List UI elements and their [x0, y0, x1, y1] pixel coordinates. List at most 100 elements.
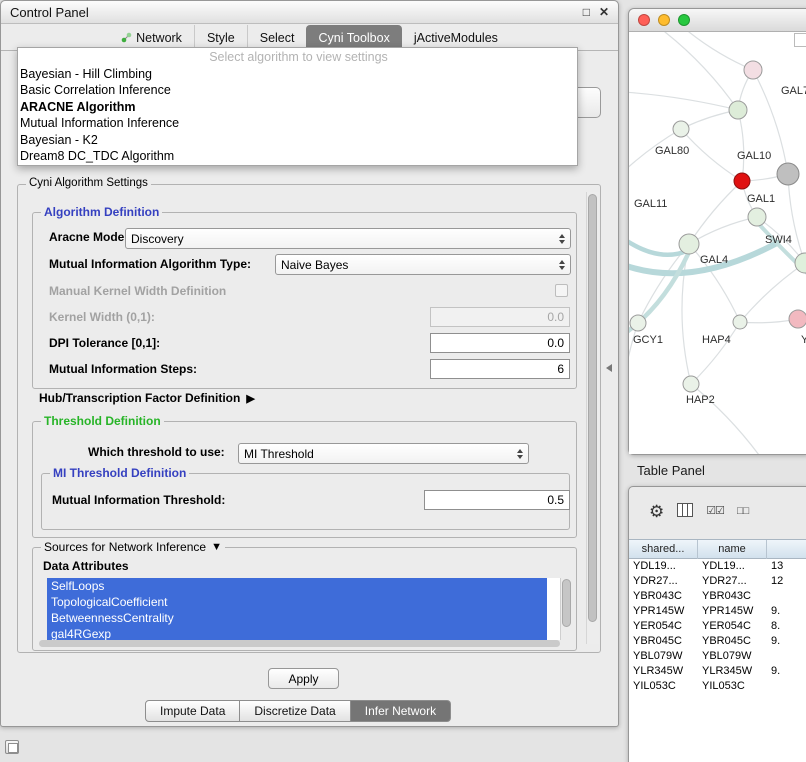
- column-header-col2[interactable]: [767, 540, 806, 560]
- column-header-name[interactable]: name: [698, 540, 767, 560]
- network-canvas[interactable]: GAL7GAL80GAL10GAL11GAL1SWI4GAL4GCY1HAP4Y…: [629, 32, 806, 454]
- table-row[interactable]: YBR043CYBR043C: [629, 589, 806, 604]
- control-panel-titlebar[interactable]: Control Panel □ ✕: [1, 1, 618, 24]
- data-attributes-label: Data Attributes: [43, 556, 129, 576]
- popup-item-bayesian-k2[interactable]: Bayesian - K2: [18, 132, 577, 149]
- table-panel-window: ⚙ ☑☑ □□ shared...name YDL19...YDL19...13…: [628, 486, 806, 762]
- minimized-panel-icon[interactable]: [5, 740, 19, 754]
- table-row[interactable]: YDL19...YDL19...13: [629, 559, 806, 574]
- attribute-gal4rgexp[interactable]: gal4RGexp: [47, 626, 547, 640]
- mi-threshold-title: MI Threshold Definition: [50, 466, 189, 480]
- hub-transcription-factor-section[interactable]: Hub/Transcription Factor Definition ▶: [39, 391, 255, 405]
- network-edge[interactable]: [689, 181, 742, 244]
- mi-algorithm-type-select[interactable]: Naive Bayes: [275, 254, 571, 275]
- table-cell: YLR345W: [629, 664, 698, 679]
- network-window-titlebar[interactable]: [629, 9, 806, 32]
- attributes-list-scrollbar[interactable]: [560, 578, 573, 640]
- network-edge[interactable]: [629, 92, 738, 110]
- node-label: GAL7: [781, 85, 806, 97]
- mi-steps-input[interactable]: 6: [430, 359, 570, 379]
- node-label: GAL80: [655, 145, 689, 157]
- network-node[interactable]: [795, 253, 806, 273]
- column-header-shared[interactable]: shared...: [629, 540, 698, 560]
- sources-section[interactable]: Sources for Network Inference ▼: [41, 540, 225, 554]
- dpi-tolerance-label: DPI Tolerance [0,1]:: [49, 333, 160, 353]
- apply-button[interactable]: Apply: [268, 668, 339, 689]
- expanded-arrow-icon: ▼: [211, 541, 222, 553]
- popup-item-dream8-dc-tdc-algorithm[interactable]: Dream8 DC_TDC Algorithm: [18, 148, 577, 165]
- columns-icon[interactable]: [677, 503, 693, 520]
- dpi-tolerance-input[interactable]: 0.0: [430, 333, 570, 353]
- network-node[interactable]: [734, 173, 750, 189]
- collapsed-arrow-icon: ▶: [246, 392, 254, 405]
- aracne-mode-select[interactable]: Discovery: [125, 228, 571, 249]
- horizontal-scrollbar[interactable]: [39, 640, 560, 647]
- network-edge[interactable]: [788, 174, 805, 263]
- aracne-mode-value: Discovery: [131, 232, 555, 246]
- panel-divider-handle[interactable]: [606, 364, 612, 372]
- network-edge[interactable]: [681, 129, 742, 181]
- table-row[interactable]: YLR345WYLR345W9.: [629, 664, 806, 679]
- manual-kernel-width-checkbox[interactable]: [555, 284, 568, 297]
- close-icon[interactable]: ✕: [599, 6, 609, 18]
- scrollbar-thumb[interactable]: [562, 579, 571, 627]
- table-row[interactable]: YPR145WYPR145W9.: [629, 604, 806, 619]
- network-edge[interactable]: [689, 32, 753, 70]
- network-edge[interactable]: [689, 217, 757, 244]
- network-edge[interactable]: [691, 322, 740, 384]
- threshold-definition-group: Threshold Definition Which threshold to …: [32, 421, 577, 538]
- table-row[interactable]: YBR045CYBR045C9.: [629, 634, 806, 649]
- deselect-all-icon[interactable]: □□: [737, 506, 748, 517]
- network-node[interactable]: [729, 101, 747, 119]
- network-node[interactable]: [777, 163, 799, 185]
- table-cell: YDL19...: [698, 559, 767, 574]
- table-row[interactable]: YER054CYER054C8.: [629, 619, 806, 634]
- network-node[interactable]: [679, 234, 699, 254]
- algorithm-select-fragment[interactable]: [578, 87, 601, 118]
- network-node[interactable]: [683, 376, 699, 392]
- combo-arrows-icon: [517, 449, 523, 459]
- attribute-selfloops[interactable]: SelfLoops: [47, 578, 547, 594]
- threshold-type-select[interactable]: MI Threshold: [238, 443, 529, 464]
- popup-item-aracne-algorithm[interactable]: ARACNE Algorithm: [18, 99, 577, 116]
- popup-item-basic-correlation-inference[interactable]: Basic Correlation Inference: [18, 82, 577, 99]
- mi-threshold-definition-group: MI Threshold Definition Mutual Informati…: [41, 473, 570, 530]
- table-cell: 12: [767, 574, 806, 589]
- network-graph[interactable]: GAL7GAL80GAL10GAL11GAL1SWI4GAL4GCY1HAP4Y…: [629, 32, 806, 454]
- tab-label: Select: [260, 31, 295, 45]
- table-toolbar: ⚙ ☑☑ □□: [629, 497, 748, 525]
- bottom-tab-infer-network[interactable]: Infer Network: [351, 700, 451, 722]
- table-cell: YPR145W: [698, 604, 767, 619]
- attribute-topologicalcoefficient[interactable]: TopologicalCoefficient: [47, 594, 547, 610]
- settings-scrollbar[interactable]: [586, 192, 599, 644]
- network-node[interactable]: [630, 315, 646, 331]
- network-node[interactable]: [748, 208, 766, 226]
- scrollbar-thumb[interactable]: [588, 194, 597, 622]
- bottom-tab-discretize-data[interactable]: Discretize Data: [240, 700, 350, 722]
- minimize-traffic-light[interactable]: [658, 14, 670, 26]
- select-all-icon[interactable]: ☑☑: [706, 506, 724, 517]
- float-window-icon[interactable]: □: [583, 6, 590, 18]
- node-label: HAP2: [686, 394, 715, 406]
- table-row[interactable]: YIL053CYIL053C: [629, 679, 806, 694]
- gear-icon[interactable]: ⚙: [649, 503, 664, 520]
- table-cell: YBR043C: [698, 589, 767, 604]
- data-attributes-list[interactable]: SelfLoopsTopologicalCoefficientBetweenne…: [47, 578, 560, 640]
- attribute-betweennesscentrality[interactable]: BetweennessCentrality: [47, 610, 547, 626]
- network-edge[interactable]: [738, 110, 744, 181]
- manual-kernel-width-label: Manual Kernel Width Definition: [49, 281, 226, 301]
- network-node[interactable]: [789, 310, 806, 328]
- network-node[interactable]: [744, 61, 762, 79]
- tab-label: Network: [136, 31, 182, 45]
- zoom-traffic-light[interactable]: [678, 14, 690, 26]
- popup-item-mutual-information-inference[interactable]: Mutual Information Inference: [18, 115, 577, 132]
- popup-item-bayesian-hill-climbing[interactable]: Bayesian - Hill Climbing: [18, 66, 577, 83]
- table-row[interactable]: YDR27...YDR27...12: [629, 574, 806, 589]
- network-node[interactable]: [673, 121, 689, 137]
- threshold-definition-title: Threshold Definition: [41, 414, 164, 428]
- bottom-tab-impute-data[interactable]: Impute Data: [145, 700, 240, 722]
- close-traffic-light[interactable]: [638, 14, 650, 26]
- mi-threshold-input[interactable]: 0.5: [424, 490, 570, 510]
- network-node[interactable]: [733, 315, 747, 329]
- table-row[interactable]: YBL079WYBL079W: [629, 649, 806, 664]
